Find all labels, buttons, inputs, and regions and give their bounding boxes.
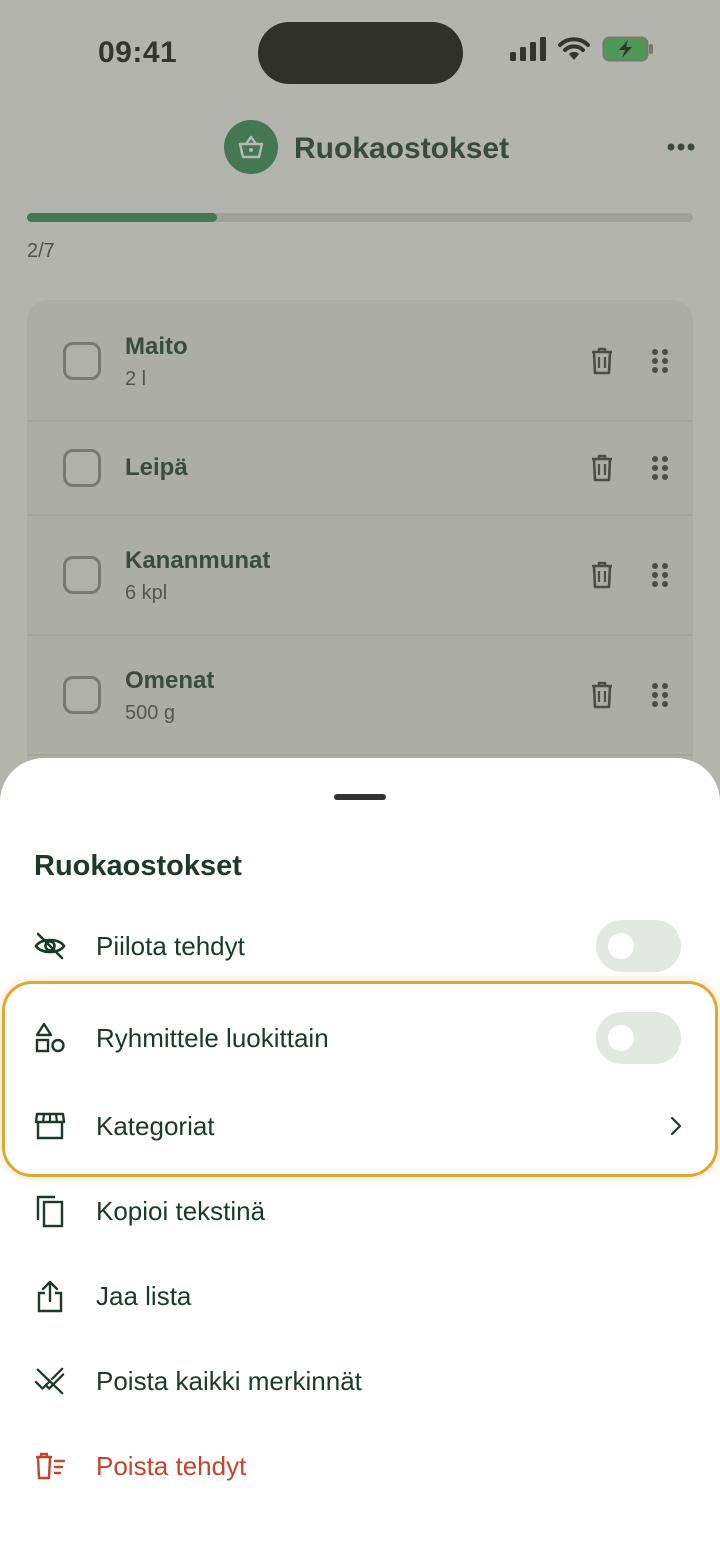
- option-label: Ryhmittele luokittain: [96, 1023, 329, 1053]
- delete-list-icon: [34, 1450, 66, 1482]
- option-label: Kopioi tekstinä: [96, 1196, 266, 1226]
- option-delete-done[interactable]: Poista tehdyt: [0, 1426, 720, 1506]
- option-share-list[interactable]: Jaa lista: [0, 1256, 720, 1336]
- chevron-right-icon: [664, 1114, 688, 1138]
- option-copy-as-text[interactable]: Kopioi tekstinä: [0, 1171, 720, 1251]
- share-icon: [34, 1280, 66, 1313]
- toggle-knob: [608, 1025, 634, 1051]
- copy-icon: [34, 1195, 66, 1228]
- option-clear-all-checks[interactable]: Poista kaikki merkinnät: [0, 1341, 720, 1421]
- toggle-knob: [608, 933, 634, 959]
- sheet-title: Ruokaostokset: [34, 850, 242, 882]
- group-by-category-toggle[interactable]: [596, 1012, 681, 1064]
- option-label: Kategoriat: [96, 1111, 215, 1141]
- option-label: Poista tehdyt: [96, 1451, 247, 1481]
- hide-done-toggle[interactable]: [596, 920, 681, 972]
- eye-off-icon: [34, 930, 66, 962]
- option-hide-done[interactable]: Piilota tehdyt: [0, 906, 720, 986]
- option-label: Jaa lista: [96, 1281, 192, 1311]
- options-bottom-sheet: Ruokaostokset Piilota tehdyt Ryhmittele …: [0, 758, 720, 1564]
- check-off-icon: [34, 1365, 66, 1397]
- option-group-by-category[interactable]: Ryhmittele luokittain: [0, 998, 720, 1078]
- store-icon: [34, 1110, 66, 1142]
- option-label: Poista kaikki merkinnät: [96, 1366, 362, 1396]
- sheet-grabber[interactable]: [334, 794, 386, 800]
- option-categories[interactable]: Kategoriat: [0, 1086, 720, 1166]
- shapes-icon: [34, 1022, 66, 1054]
- option-label: Piilota tehdyt: [96, 931, 245, 961]
